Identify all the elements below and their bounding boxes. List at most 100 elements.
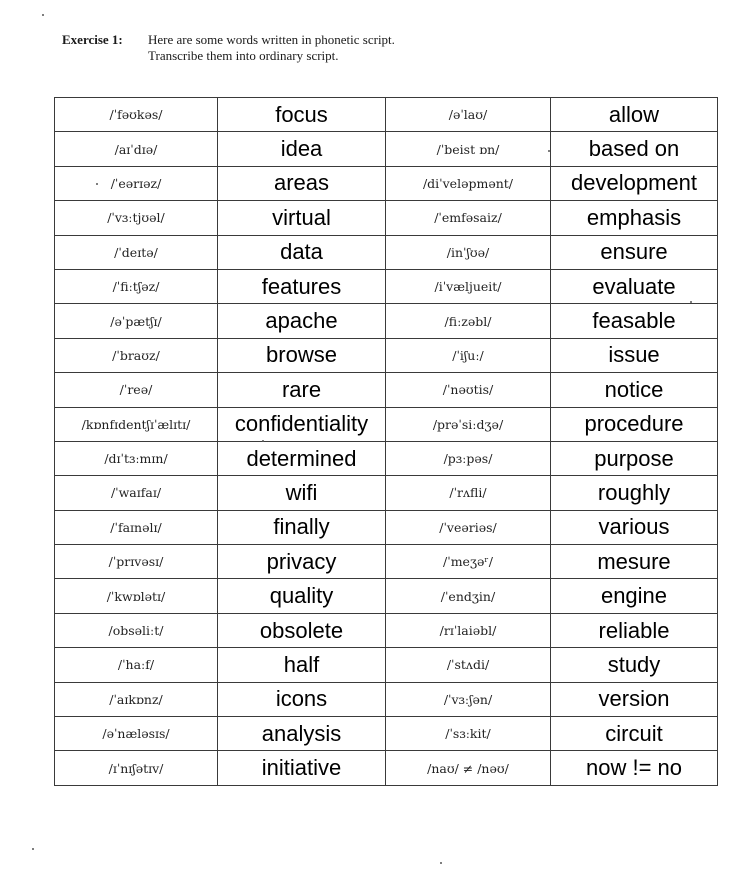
transcription-table: /ˈfəʊkəs/focus/əˈlaʊ/allow/aɪˈdɪə/idea/ˈ… <box>54 96 718 786</box>
phonetic-cell: /ˈeərɪəz/ <box>54 165 218 202</box>
word-cell: virtual <box>217 200 386 236</box>
word-cell: version <box>550 681 718 718</box>
phonetic-cell: /obsəliːt/ <box>54 612 218 649</box>
table-row: /ˈaɪkɒnz/icons/ˈvɜːʃən/version <box>54 681 718 718</box>
word-cell: emphasis <box>550 200 718 236</box>
phonetic-cell: /ɪˈnɪʃətɪv/ <box>54 750 218 786</box>
word-cell: roughly <box>550 475 718 511</box>
phonetic-cell: /fiːzəbl/ <box>385 303 551 339</box>
scan-speck <box>96 183 98 185</box>
word-cell: based on <box>550 131 718 167</box>
phonetic-cell: /inˈʃʊə/ <box>385 234 551 270</box>
scan-speck <box>548 150 550 152</box>
phonetic-cell: /ˈvɜːʃən/ <box>385 681 551 718</box>
word-cell: purpose <box>550 440 718 477</box>
scan-speck <box>440 862 442 864</box>
table-row: /ˈfaɪnəlɪ/finally/ˈveəriəs/various <box>54 509 718 546</box>
word-cell: ensure <box>550 234 718 270</box>
word-cell: feasable <box>550 303 718 339</box>
phonetic-cell: /iˈvæljueit/ <box>385 268 551 305</box>
table-row: /ˈhaːf/half/ˈstʌdi/study <box>54 647 718 683</box>
exercise-line-1: Exercise 1: Here are some words written i… <box>62 32 395 48</box>
word-cell: determined <box>217 440 386 477</box>
phonetic-cell: /prəˈsiːdʒə/ <box>385 406 551 442</box>
word-cell: engine <box>550 578 718 614</box>
word-cell: data <box>217 234 386 270</box>
word-cell: apache <box>217 303 386 339</box>
scan-speck <box>42 14 44 16</box>
phonetic-cell: /ˈnəʊtis/ <box>385 372 551 408</box>
word-cell: circuit <box>550 716 718 752</box>
phonetic-cell: /ˈemfəsaiz/ <box>385 200 551 236</box>
table-row: /aɪˈdɪə/idea/ˈbeist ɒn/based on <box>54 131 718 167</box>
table-row: /ˈeərɪəz/areas/diˈveləpmənt/development <box>54 165 718 202</box>
table-row: /dɪˈtɜːmɪn/determined/pɜːpəs/purpose <box>54 440 718 477</box>
table-row: /ɪˈnɪʃətɪv/initiative/naʊ/ ≠ /nəʊ/now !=… <box>54 750 718 786</box>
word-cell: wifi <box>217 475 386 511</box>
phonetic-cell: /rɪˈlaiəbl/ <box>385 612 551 649</box>
phonetic-cell: /dɪˈtɜːmɪn/ <box>54 440 218 477</box>
phonetic-cell: /ˈwaɪfaɪ/ <box>54 475 218 511</box>
word-cell: study <box>550 647 718 683</box>
phonetic-cell: /ˈdeɪtə/ <box>54 234 218 270</box>
word-cell: various <box>550 509 718 546</box>
phonetic-cell: /diˈveləpmənt/ <box>385 165 551 202</box>
phonetic-cell: /ˈiʃuː/ <box>385 337 551 374</box>
word-cell: browse <box>217 337 386 374</box>
table-row: /kɒnfɪdentʃɪˈælɪtɪ/confidentiality/prəˈs… <box>54 406 718 442</box>
phonetic-cell: /ˈfaɪnəlɪ/ <box>54 509 218 546</box>
phonetic-cell: /ˈfəʊkəs/ <box>54 96 218 133</box>
word-cell: analysis <box>217 716 386 752</box>
table-row: /əˈnæləsɪs/analysis/ˈsɜːkit/circuit <box>54 716 718 752</box>
phonetic-cell: /naʊ/ ≠ /nəʊ/ <box>385 750 551 786</box>
word-cell: confidentiality <box>217 406 386 442</box>
phonetic-cell: /ˈrʌfli/ <box>385 475 551 511</box>
table-row: /ˈfəʊkəs/focus/əˈlaʊ/allow <box>54 96 718 133</box>
word-cell: rare <box>217 372 386 408</box>
table-row: /ˈvɜːtjʊəl/virtual/ˈemfəsaiz/emphasis <box>54 200 718 236</box>
table-row: /ˈbraʊz/browse/ˈiʃuː/issue <box>54 337 718 374</box>
word-cell: notice <box>550 372 718 408</box>
word-cell: half <box>217 647 386 683</box>
word-cell: now != no <box>550 750 718 786</box>
word-cell: evaluate <box>550 268 718 305</box>
phonetic-cell: /ˈkwɒlətɪ/ <box>54 578 218 614</box>
phonetic-cell: /ˈsɜːkit/ <box>385 716 551 752</box>
word-cell: idea <box>217 131 386 167</box>
word-cell: allow <box>550 96 718 133</box>
phonetic-cell: /əˈpætʃɪ/ <box>54 303 218 339</box>
word-cell: quality <box>217 578 386 614</box>
phonetic-cell: /əˈlaʊ/ <box>385 96 551 133</box>
phonetic-cell: /əˈnæləsɪs/ <box>54 716 218 752</box>
phonetic-cell: /ˈbraʊz/ <box>54 337 218 374</box>
phonetic-cell: /pɜːpəs/ <box>385 440 551 477</box>
table-row: /ˈreə/rare/ˈnəʊtis/notice <box>54 372 718 408</box>
table-row: /ˈfiːtʃəz/features/iˈvæljueit/evaluate <box>54 268 718 305</box>
phonetic-cell: /ˈreə/ <box>54 372 218 408</box>
phonetic-cell: /ˈprɪvəsɪ/ <box>54 544 218 580</box>
exercise-header: Exercise 1: Here are some words written i… <box>62 32 395 64</box>
table-row: /ˈprɪvəsɪ/privacy/ˈmeʒəʳ/mesure <box>54 544 718 580</box>
scan-speck <box>32 848 34 850</box>
word-cell: issue <box>550 337 718 374</box>
phonetic-cell: /aɪˈdɪə/ <box>54 131 218 167</box>
word-cell: obsolete <box>217 612 386 649</box>
word-cell: areas <box>217 165 386 202</box>
exercise-label: Exercise 1: <box>62 32 123 47</box>
transcription-table-body: /ˈfəʊkəs/focus/əˈlaʊ/allow/aɪˈdɪə/idea/ˈ… <box>54 96 718 786</box>
word-cell: development <box>550 165 718 202</box>
phonetic-cell: /ˈveəriəs/ <box>385 509 551 546</box>
table-row: /ˈkwɒlətɪ/quality/ˈendʒin/engine <box>54 578 718 614</box>
phonetic-cell: /ˈhaːf/ <box>54 647 218 683</box>
table-row: /obsəliːt/obsolete/rɪˈlaiəbl/reliable <box>54 612 718 649</box>
phonetic-cell: /kɒnfɪdentʃɪˈælɪtɪ/ <box>54 406 218 442</box>
word-cell: icons <box>217 681 386 718</box>
phonetic-cell: /ˈvɜːtjʊəl/ <box>54 200 218 236</box>
phonetic-cell: /ˈstʌdi/ <box>385 647 551 683</box>
scan-speck <box>262 440 264 442</box>
table-row: /əˈpætʃɪ/apache/fiːzəbl/feasable <box>54 303 718 339</box>
table-row: /ˈwaɪfaɪ/wifi/ˈrʌfli/roughly <box>54 475 718 511</box>
phonetic-cell: /ˈbeist ɒn/ <box>385 131 551 167</box>
word-cell: finally <box>217 509 386 546</box>
phonetic-cell: /ˈaɪkɒnz/ <box>54 681 218 718</box>
